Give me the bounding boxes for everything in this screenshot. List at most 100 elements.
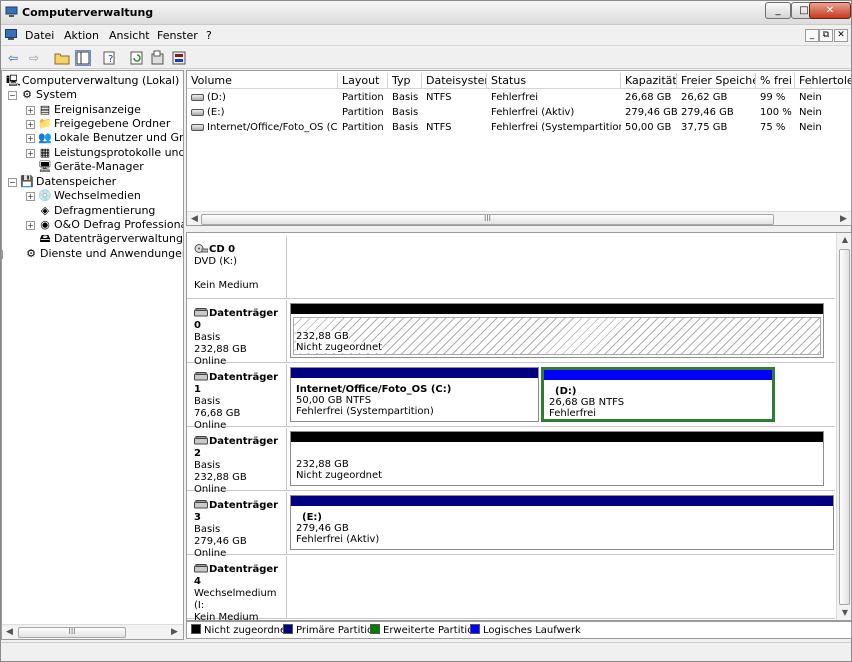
minimize-button[interactable]: _ bbox=[765, 2, 791, 19]
tree-item-7[interactable]: − 💾 Datenspeicher bbox=[2, 175, 183, 189]
scroll-down-arrow-icon[interactable]: ▼ bbox=[837, 606, 851, 620]
column-header-6[interactable]: Freier Speicher bbox=[677, 73, 756, 89]
disk-info[interactable]: CD 0 DVD (K:) Kein Medium bbox=[187, 236, 287, 298]
list-horizontal-scrollbar[interactable]: ◀ III ▶ bbox=[187, 211, 851, 225]
column-header-3[interactable]: Dateisystem bbox=[422, 73, 487, 89]
column-header-8[interactable]: Fehlertolera bbox=[795, 73, 851, 89]
volume-name: (E:) bbox=[207, 107, 225, 118]
disk-name-text: CD 0 bbox=[209, 244, 236, 255]
menu-aktion[interactable]: Aktion bbox=[64, 29, 99, 42]
tree-item-9[interactable]: ◈ Defragmentierung bbox=[2, 204, 183, 218]
disk-detail: Kein Medium bbox=[194, 612, 259, 621]
tree-item-1[interactable]: − ⚙ System bbox=[2, 88, 183, 102]
mdi-close-button[interactable]: ✕ bbox=[834, 29, 848, 42]
disk-info[interactable]: Datenträger 4 Wechselmedium (I: Kein Mediu… bbox=[187, 556, 287, 621]
close-button[interactable]: ✕ bbox=[809, 2, 851, 19]
removable-media-icon: 💿 bbox=[38, 189, 52, 202]
tree-item-6[interactable]: 🖥 Geräte-Manager bbox=[2, 160, 183, 174]
mdi-minimize-button[interactable]: _ bbox=[805, 29, 819, 42]
menu-help[interactable]: ? bbox=[206, 29, 212, 42]
tree-item-5[interactable]: + ▦Leistungsprotokolle und W bbox=[2, 146, 183, 160]
tree-expander-icon[interactable]: + bbox=[26, 106, 35, 115]
scroll-right-arrow-icon[interactable]: ▶ bbox=[836, 212, 851, 225]
title-bar[interactable]: Computerverwaltung _ □ ✕ bbox=[1, 1, 851, 25]
graph-vertical-scrollbar[interactable]: ▲ ▼ bbox=[836, 233, 851, 620]
help-icon[interactable]: ? bbox=[102, 50, 118, 66]
refresh-icon[interactable] bbox=[129, 50, 145, 66]
column-header-5[interactable]: Kapazität bbox=[621, 73, 677, 89]
disk-info[interactable]: Datenträger 2 Basis 232,88 GB Online bbox=[187, 428, 287, 495]
scroll-left-arrow-icon[interactable]: ◀ bbox=[187, 212, 202, 225]
properties-icon[interactable] bbox=[150, 50, 166, 66]
disk-row-1[interactable]: Datenträger 0 Basis 232,88 GB Online 232,88 … bbox=[187, 300, 835, 367]
forward-arrow-icon[interactable]: ⇨ bbox=[26, 50, 42, 66]
volume-name-cell: (E:) bbox=[187, 105, 338, 120]
unallocated-partition[interactable]: 232,88 GB Nicht zugeordnet bbox=[290, 303, 824, 358]
disk-row-4[interactable]: Datenträger 3 Basis 279,46 GB Online (E:) 279… bbox=[187, 492, 835, 559]
tree-expander-icon[interactable]: + bbox=[26, 221, 35, 230]
disk-row-5[interactable]: Datenträger 4 Wechselmedium (I: Kein Mediu… bbox=[187, 556, 835, 621]
disk-info[interactable]: Datenträger 0 Basis 232,88 GB Online bbox=[187, 300, 287, 367]
tree-expander-icon[interactable]: + bbox=[26, 120, 35, 129]
partition-text-l1: Internet/Office/Foto_OS (C:) bbox=[296, 384, 452, 395]
table-cell: 75 % bbox=[760, 122, 786, 133]
disk-detail: Basis bbox=[194, 396, 221, 407]
menu-fenster[interactable]: Fenster bbox=[157, 29, 198, 42]
tree-item-4[interactable]: +👥Lokale Benutzer und Grupp bbox=[2, 131, 183, 145]
column-header-0[interactable]: Volume bbox=[187, 73, 338, 89]
tree-item-8[interactable]: + 💿 Wechselmedien bbox=[2, 189, 183, 203]
column-header-2[interactable]: Typ bbox=[388, 73, 422, 89]
table-row[interactable]: Internet/Office/Foto_OS (C:) Partition Bas… bbox=[187, 120, 851, 135]
partition-c[interactable]: Internet/Office/Foto_OS (C:) 50,00 GB NTF… bbox=[290, 367, 539, 422]
disk-detail: 279,46 GB bbox=[194, 536, 247, 547]
column-header-4[interactable]: Status bbox=[487, 73, 621, 89]
disk-row-2[interactable]: Datenträger 1 Basis 76,68 GB Online Internet… bbox=[187, 364, 835, 431]
disk-row-3[interactable]: Datenträger 2 Basis 232,88 GB Online 232,88 … bbox=[187, 428, 835, 495]
scrollbar-thumb[interactable]: III bbox=[201, 214, 774, 225]
tree-item-10[interactable]: + ◉ O&O Defrag Professional E bbox=[2, 218, 183, 232]
scroll-left-arrow-icon[interactable]: ◀ bbox=[2, 625, 17, 639]
mdi-restore-button[interactable]: ⧉ bbox=[819, 29, 833, 42]
menu-ansicht[interactable]: Ansicht bbox=[109, 29, 150, 42]
table-cell: 26,68 GB bbox=[625, 92, 672, 103]
table-row[interactable]: (E:) Partition Basis Fehlerfrei (Aktiv) 279,… bbox=[187, 105, 851, 120]
column-header-1[interactable]: Layout bbox=[338, 73, 388, 89]
disk-name: Datenträger 2 bbox=[194, 436, 286, 460]
table-cell: Partition bbox=[342, 107, 384, 118]
table-row[interactable]: (D:) Partition Basis NTFS Fehlerfrei 26,68 GB… bbox=[187, 90, 851, 105]
column-header-7[interactable]: % frei bbox=[756, 73, 795, 89]
disk-info[interactable]: Datenträger 3 Basis 279,46 GB Online bbox=[187, 492, 287, 559]
tree-horizontal-scrollbar[interactable]: ◀ III ▶ bbox=[2, 624, 183, 639]
partition-e[interactable]: (E:) 279,46 GB Fehlerfrei (Aktiv) bbox=[290, 495, 834, 550]
disk-graphical-view: CD 0 DVD (K:) Kein Medium Datenträger 0 Basi… bbox=[186, 232, 852, 621]
tree-item-12[interactable]: + ⚙ Dienste und Anwendungen bbox=[2, 247, 183, 261]
console-tree: 🖳 Computerverwaltung (Lokal) − ⚙ System + ▤ Ere… bbox=[1, 70, 184, 640]
tree-expander-icon[interactable]: − bbox=[8, 91, 17, 100]
menu-datei[interactable]: Datei bbox=[25, 29, 54, 42]
partition-text-l1: (E:) bbox=[302, 512, 322, 523]
back-arrow-icon[interactable]: ⇦ bbox=[5, 50, 21, 66]
disk-settings-icon[interactable] bbox=[171, 50, 187, 66]
tree-expander-icon[interactable]: + bbox=[2, 250, 3, 259]
tree-item-2[interactable]: + ▤ Ereignisanzeige bbox=[2, 103, 183, 117]
show-tree-icon[interactable] bbox=[75, 50, 91, 66]
tree-expander-icon[interactable]: + bbox=[26, 149, 35, 158]
table-cell bbox=[422, 105, 487, 120]
up-folder-icon[interactable] bbox=[54, 50, 70, 66]
disk-row-0[interactable]: CD 0 DVD (K:) Kein Medium bbox=[187, 236, 835, 299]
partition-d[interactable]: (D:) 26,68 GB NTFS Fehlerfrei bbox=[541, 367, 775, 422]
legend-item: Nicht zugeordnet bbox=[191, 624, 290, 637]
unallocated-partition[interactable]: 232,88 GB Nicht zugeordnet bbox=[290, 431, 824, 486]
tree-item-3[interactable]: + 📁 Freigegebene Ordner bbox=[2, 117, 183, 131]
tree-item-0[interactable]: 🖳 Computerverwaltung (Lokal) bbox=[2, 74, 183, 88]
scroll-right-arrow-icon[interactable]: ▶ bbox=[167, 625, 182, 639]
tree-expander-icon[interactable]: + bbox=[26, 192, 35, 201]
mmc-icon[interactable] bbox=[5, 29, 17, 41]
scroll-up-arrow-icon[interactable]: ▲ bbox=[837, 233, 851, 247]
scrollbar-thumb[interactable]: III bbox=[18, 627, 126, 638]
tree-expander-icon[interactable]: + bbox=[26, 134, 35, 143]
disk-info[interactable]: Datenträger 1 Basis 76,68 GB Online bbox=[187, 364, 287, 431]
tree-expander-icon[interactable]: − bbox=[8, 178, 17, 187]
tree-item-11[interactable]: 🖴 Datenträgerverwaltung bbox=[2, 232, 183, 246]
scrollbar-thumb[interactable] bbox=[839, 249, 850, 605]
